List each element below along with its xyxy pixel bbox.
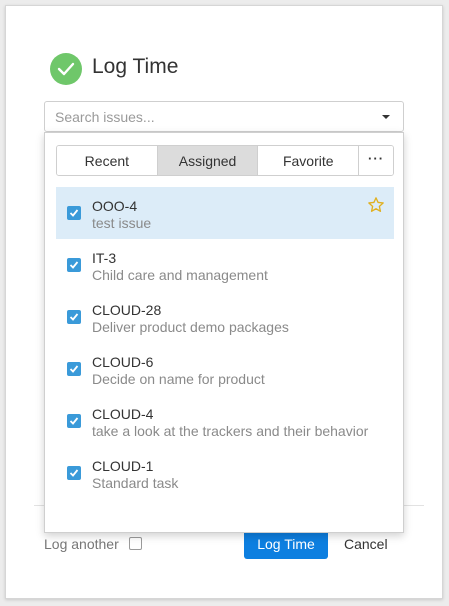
tab-favorite[interactable]: Favorite: [258, 146, 360, 175]
checkbox-checked-icon[interactable]: [67, 310, 81, 324]
list-item[interactable]: IT-3 Child care and management: [56, 239, 394, 291]
issue-list: OOO-4 test issue IT-3 Child care and man…: [56, 187, 394, 499]
more-options-button[interactable]: ···: [359, 146, 393, 175]
star-icon[interactable]: [367, 196, 385, 219]
issue-key: CLOUD-4: [92, 406, 154, 422]
list-item[interactable]: CLOUD-6 Decide on name for product: [56, 343, 394, 395]
issue-dropdown: Recent Assigned Favorite ··· OOO-4 test …: [44, 132, 404, 533]
issue-summary: Child care and management: [92, 267, 268, 283]
issue-key: CLOUD-1: [92, 458, 154, 474]
issue-summary: Decide on name for product: [92, 371, 265, 387]
checkbox-checked-icon[interactable]: [67, 362, 81, 376]
issue-tabs: Recent Assigned Favorite ···: [56, 145, 394, 176]
log-time-button[interactable]: Log Time: [244, 529, 328, 559]
log-another-label: Log another: [44, 536, 119, 552]
issue-summary: Deliver product demo packages: [92, 319, 289, 335]
list-item[interactable]: CLOUD-28 Deliver product demo packages: [56, 291, 394, 343]
checkbox-checked-icon[interactable]: [67, 466, 81, 480]
issue-key: OOO-4: [92, 198, 138, 214]
tab-recent[interactable]: Recent: [57, 146, 158, 175]
checkbox-checked-icon[interactable]: [67, 258, 81, 272]
issue-summary: test issue: [92, 215, 152, 231]
dialog-title: Log Time: [92, 55, 179, 78]
issue-summary: take a look at the trackers and their be…: [92, 423, 369, 439]
chevron-down-icon[interactable]: [382, 115, 390, 119]
search-input[interactable]: [55, 107, 355, 126]
list-item[interactable]: CLOUD-4 take a look at the trackers and …: [56, 395, 394, 447]
log-another-checkbox[interactable]: [129, 537, 142, 550]
issue-key: CLOUD-6: [92, 354, 154, 370]
issue-summary: Standard task: [92, 475, 179, 491]
issue-search[interactable]: [44, 101, 404, 132]
checkbox-checked-icon[interactable]: [67, 414, 81, 428]
cancel-button[interactable]: Cancel: [344, 536, 388, 552]
list-item[interactable]: CLOUD-1 Standard task: [56, 447, 394, 499]
list-item[interactable]: OOO-4 test issue: [56, 187, 394, 239]
checkbox-checked-icon[interactable]: [67, 206, 81, 220]
tab-assigned[interactable]: Assigned: [157, 146, 259, 175]
check-circle-icon: [50, 53, 82, 85]
issue-key: CLOUD-28: [92, 302, 162, 318]
issue-key: IT-3: [92, 250, 117, 266]
